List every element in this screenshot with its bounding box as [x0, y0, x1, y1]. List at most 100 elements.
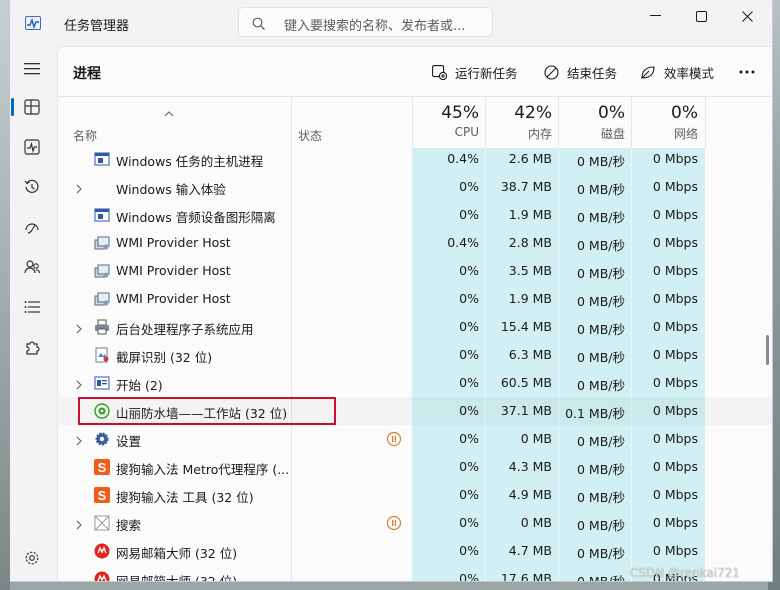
process-name: Windows 音频设备图形隔离: [116, 210, 276, 225]
window-title: 任务管理器: [64, 19, 130, 34]
more-options-button[interactable]: [734, 59, 760, 85]
table-row[interactable]: Windows 输入体验 0% 38.7 MB 0 MB/秒 0 Mbps: [58, 173, 772, 201]
nav-users[interactable]: [10, 249, 54, 285]
search-icon: [252, 16, 266, 30]
table-row[interactable]: 设置 0% 0 MB 0 MB/秒 0 Mbps: [58, 425, 772, 453]
memory-value: 4.7 MB: [508, 543, 552, 558]
hamburger-icon: [24, 63, 40, 75]
expand-chevron-icon[interactable]: [76, 518, 83, 533]
cpu-value: 0%: [459, 179, 479, 194]
minimize-button[interactable]: [632, 6, 678, 26]
paused-status-icon: [386, 431, 402, 450]
column-header-name[interactable]: 名称: [73, 127, 97, 144]
cpu-value: 0%: [459, 207, 479, 222]
sort-up-chevron-icon[interactable]: [164, 102, 174, 121]
disk-value: 0 MB/秒: [577, 434, 625, 449]
printer-icon: [94, 319, 110, 335]
network-value: 0 Mbps: [652, 347, 698, 362]
highlight-annotation-box: [78, 397, 336, 425]
table-row[interactable]: Windows 音频设备图形隔离 0% 1.9 MB 0 MB/秒 0 Mbps: [58, 201, 772, 229]
process-name: 设置: [116, 434, 142, 449]
search-input[interactable]: 键入要搜索的名称、发布者或...: [284, 15, 465, 34]
memory-value: 37.1 MB: [500, 403, 552, 418]
expand-chevron-icon[interactable]: [76, 182, 83, 197]
expand-chevron-icon[interactable]: [76, 434, 83, 449]
table-row[interactable]: S 搜狗输入法 Metro代理程序 (... 0% 4.3 MB 0 MB/秒 0 Mbp…: [58, 453, 772, 481]
column-header-cpu[interactable]: 45% CPU: [412, 103, 479, 139]
page-title: 进程: [73, 66, 101, 82]
disk-value: 0 MB/秒: [577, 238, 625, 253]
disk-value: 0.1 MB/秒: [565, 406, 625, 421]
close-button[interactable]: [724, 6, 770, 26]
nav-startup[interactable]: [10, 209, 54, 245]
memory-value: 2.8 MB: [508, 235, 552, 250]
search-box[interactable]: 键入要搜索的名称、发布者或...: [238, 7, 493, 37]
hamburger-menu-button[interactable]: [10, 51, 54, 87]
column-divider: [412, 96, 413, 148]
startup-gauge-icon: [25, 223, 39, 234]
netease-mail-icon: [94, 571, 110, 581]
column-header-memory[interactable]: 42% 内存: [486, 103, 552, 142]
table-row[interactable]: Windows 任务的主机进程 0.4% 2.6 MB 0 MB/秒 0 Mbps: [58, 145, 772, 173]
disk-value: 0 MB/秒: [577, 266, 625, 281]
history-icon: [24, 179, 39, 193]
column-header-status[interactable]: 状态: [298, 127, 322, 144]
maximize-button[interactable]: [678, 6, 724, 26]
svg-text:S: S: [98, 460, 107, 475]
cpu-value: 0%: [459, 543, 479, 558]
table-row[interactable]: WMI Provider Host 0% 1.9 MB 0 MB/秒 0 Mbps: [58, 285, 772, 313]
run-new-task-button[interactable]: 运行新任务: [432, 59, 518, 85]
end-task-button[interactable]: 结束任务: [544, 59, 617, 85]
nav-app-history[interactable]: [10, 169, 54, 205]
nav-details[interactable]: [10, 289, 54, 325]
table-header: 名称 状态 45% CPU 42% 内存 0% 磁盘 0% 网络: [58, 96, 772, 149]
column-header-disk[interactable]: 0% 磁盘: [559, 103, 625, 142]
settings-gear-icon: [94, 431, 110, 447]
table-row[interactable]: WMI Provider Host 0.4% 2.8 MB 0 MB/秒 0 Mbps: [58, 229, 772, 257]
disk-value: 0 MB/秒: [577, 322, 625, 337]
processes-panel: 进程 运行新任务 结束任务 效率模式 名称 状态 45% CPU 42% 内存 …: [57, 46, 772, 582]
memory-value: 1.9 MB: [508, 207, 552, 222]
cpu-label: CPU: [454, 125, 479, 139]
table-row[interactable]: 开始 (2) 0% 60.5 MB 0 MB/秒 0 Mbps: [58, 369, 772, 397]
svg-text:S: S: [98, 488, 107, 503]
table-row[interactable]: 搜索 0% 0 MB 0 MB/秒 0 Mbps: [58, 509, 772, 537]
network-value: 0 Mbps: [652, 291, 698, 306]
efficiency-mode-button[interactable]: 效率模式: [640, 59, 714, 85]
memory-total: 42%: [514, 103, 552, 123]
expand-chevron-icon[interactable]: [76, 378, 83, 393]
table-row[interactable]: 后台处理程序子系统应用 0% 15.4 MB 0 MB/秒 0 Mbps: [58, 313, 772, 341]
expand-chevron-icon[interactable]: [76, 322, 83, 337]
table-row[interactable]: 截屏识别 (32 位) 0% 6.3 MB 0 MB/秒 0 Mbps: [58, 341, 772, 369]
memory-value: 15.4 MB: [500, 319, 552, 334]
run-task-icon: [432, 64, 447, 80]
column-divider: [558, 96, 559, 148]
table-row[interactable]: 网易邮箱大师 (32 位) 0% 4.7 MB 0 MB/秒 0 Mbps: [58, 537, 772, 565]
nav-settings[interactable]: [10, 540, 54, 576]
memory-label: 内存: [527, 127, 552, 141]
run-new-task-label: 运行新任务: [455, 65, 518, 81]
network-value: 0 Mbps: [652, 235, 698, 250]
efficiency-mode-label: 效率模式: [664, 65, 715, 81]
desktop-background-left: [0, 0, 10, 590]
memory-value: 0 MB: [520, 515, 552, 530]
disk-value: 0 MB/秒: [577, 210, 625, 225]
sogou-icon: S: [94, 459, 110, 475]
title-bar[interactable]: 任务管理器 键入要搜索的名称、发布者或...: [10, 0, 772, 46]
nav-services[interactable]: [10, 329, 54, 365]
table-row[interactable]: WMI Provider Host 0% 3.5 MB 0 MB/秒 0 Mbps: [58, 257, 772, 285]
vertical-scrollbar-thumb[interactable]: [766, 335, 769, 365]
close-icon: [741, 10, 753, 22]
nav-processes[interactable]: [10, 89, 54, 125]
network-value: 0 Mbps: [652, 431, 698, 446]
cpu-value: 0%: [459, 571, 479, 582]
column-header-network[interactable]: 0% 网络: [632, 103, 698, 142]
leaf-icon: [641, 65, 655, 79]
disk-value: 0 MB/秒: [577, 518, 625, 533]
nav-performance[interactable]: [10, 129, 54, 165]
column-divider: [485, 96, 486, 148]
table-row[interactable]: S 搜狗输入法 工具 (32 位) 0% 4.9 MB 0 MB/秒 0 Mbps: [58, 481, 772, 509]
disk-label: 磁盘: [600, 127, 625, 141]
network-value: 0 Mbps: [652, 151, 698, 166]
process-name: WMI Provider Host: [116, 263, 231, 278]
